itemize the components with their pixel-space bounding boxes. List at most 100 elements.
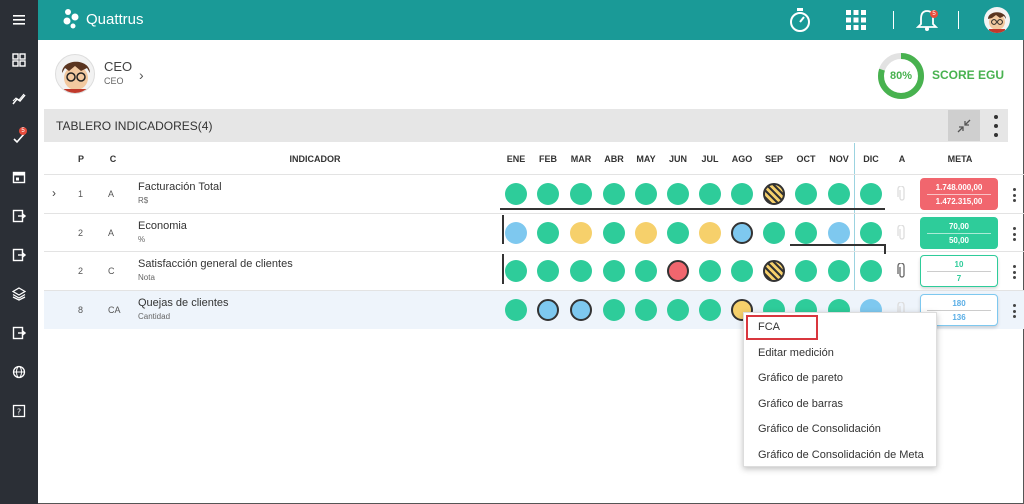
- table-row[interactable]: 2 C Satisfacción general de clientes Nota 10…: [44, 251, 1024, 290]
- chevron-right-icon[interactable]: ›: [139, 67, 144, 83]
- month-status-dot[interactable]: [667, 299, 689, 321]
- row-more-button[interactable]: [1013, 304, 1017, 318]
- month-status-dot[interactable]: [505, 222, 527, 244]
- month-status-dot[interactable]: [603, 222, 625, 244]
- apps-grid-icon[interactable]: [845, 9, 867, 36]
- month-status-dot[interactable]: [603, 299, 625, 321]
- menu-item-grafico-consolidacion[interactable]: Gráfico de Consolidación: [758, 423, 881, 435]
- month-status-dot[interactable]: [699, 299, 721, 321]
- month-status-dot[interactable]: [860, 260, 882, 282]
- meta-box[interactable]: 10 7: [920, 255, 998, 287]
- dashboard-icon[interactable]: [0, 48, 38, 72]
- indicator-unit: %: [138, 235, 146, 244]
- month-status-dot[interactable]: [537, 299, 559, 321]
- expand-chevron-icon[interactable]: ›: [52, 186, 56, 200]
- attachment-icon[interactable]: [897, 262, 907, 281]
- month-status-dot[interactable]: [537, 183, 559, 205]
- chart-line-icon[interactable]: [0, 87, 38, 111]
- month-status-dot[interactable]: [860, 222, 882, 244]
- bell-icon[interactable]: 5: [915, 8, 939, 37]
- month-status-dot[interactable]: [795, 260, 817, 282]
- cell-c: A: [108, 189, 115, 199]
- month-status-dot[interactable]: [731, 183, 753, 205]
- app-name: Quattrus: [86, 10, 144, 28]
- exit-icon[interactable]: [0, 321, 38, 345]
- menu-item-grafico-pareto[interactable]: Gráfico de pareto: [758, 372, 843, 384]
- month-status-dot[interactable]: [635, 183, 657, 205]
- col-header-month: DIC: [863, 154, 879, 164]
- cell-c: CA: [108, 305, 121, 315]
- indicator-name[interactable]: Satisfacción general de clientes: [138, 258, 293, 270]
- col-header-month: NOV: [829, 154, 849, 164]
- month-status-dot[interactable]: [763, 222, 785, 244]
- month-status-dot[interactable]: [699, 260, 721, 282]
- panel-header: TABLERO INDICADORES(4): [44, 109, 1008, 142]
- month-status-dot[interactable]: [635, 260, 657, 282]
- month-status-dot[interactable]: [731, 260, 753, 282]
- col-header-month: OCT: [796, 154, 816, 164]
- panel-more-button[interactable]: [988, 115, 1004, 137]
- month-status-dot[interactable]: [505, 299, 527, 321]
- indicator-unit: R$: [138, 196, 149, 205]
- attachment-icon[interactable]: [897, 224, 907, 243]
- help-icon[interactable]: ?: [0, 399, 38, 423]
- month-status-dot[interactable]: [570, 299, 592, 321]
- month-status-dot[interactable]: [667, 222, 689, 244]
- collapse-button[interactable]: [948, 110, 980, 141]
- month-status-dot[interactable]: [699, 183, 721, 205]
- indicator-name[interactable]: Quejas de clientes: [138, 297, 229, 309]
- divider: [958, 11, 959, 29]
- month-status-dot[interactable]: [667, 260, 689, 282]
- month-status-dot[interactable]: [603, 260, 625, 282]
- group-line: [884, 244, 886, 254]
- indicator-name[interactable]: Facturación Total: [138, 181, 222, 193]
- logo[interactable]: Quattrus: [62, 8, 144, 30]
- month-status-dot[interactable]: [699, 222, 721, 244]
- month-status-dot[interactable]: [667, 183, 689, 205]
- user-avatar[interactable]: [984, 7, 1010, 33]
- timer-icon[interactable]: [788, 7, 812, 38]
- month-status-dot[interactable]: [635, 222, 657, 244]
- attachment-icon[interactable]: [897, 185, 907, 204]
- row-more-button[interactable]: [1013, 265, 1017, 279]
- month-status-dot[interactable]: [828, 183, 850, 205]
- month-status-dot[interactable]: [828, 222, 850, 244]
- profile-avatar[interactable]: [55, 54, 95, 94]
- month-status-dot[interactable]: [828, 260, 850, 282]
- calendar-icon[interactable]: [0, 165, 38, 189]
- month-status-dot[interactable]: [603, 183, 625, 205]
- month-status-dot[interactable]: [731, 222, 753, 244]
- meta-box[interactable]: 1.748.000,00 1.472.315,00: [920, 178, 998, 210]
- month-status-dot[interactable]: [505, 260, 527, 282]
- month-status-dot[interactable]: [763, 260, 785, 282]
- month-status-dot[interactable]: [570, 260, 592, 282]
- month-status-dot[interactable]: [537, 260, 559, 282]
- month-status-dot[interactable]: [505, 183, 527, 205]
- month-status-dot[interactable]: [635, 299, 657, 321]
- month-status-dot[interactable]: [570, 222, 592, 244]
- login-icon[interactable]: [0, 204, 38, 228]
- col-header-month: FEB: [539, 154, 557, 164]
- menu-item-grafico-barras[interactable]: Gráfico de barras: [758, 398, 843, 410]
- month-status-dot[interactable]: [795, 183, 817, 205]
- month-status-dot[interactable]: [570, 183, 592, 205]
- month-status-dot[interactable]: [537, 222, 559, 244]
- globe-icon[interactable]: [0, 360, 38, 384]
- meta-box[interactable]: 70,00 50,00: [920, 217, 998, 249]
- month-status-dot[interactable]: [763, 183, 785, 205]
- month-status-dot[interactable]: [795, 222, 817, 244]
- row-more-button[interactable]: [1013, 227, 1017, 241]
- indicator-name[interactable]: Economia: [138, 220, 187, 232]
- layers-icon[interactable]: [0, 282, 38, 306]
- table-row[interactable]: 2 A Economia% 70,00 50,00: [44, 213, 1024, 252]
- menu-icon[interactable]: [0, 8, 38, 32]
- row-more-button[interactable]: [1013, 188, 1017, 202]
- month-status-dot[interactable]: [860, 183, 882, 205]
- menu-item-fca[interactable]: FCA: [758, 321, 780, 333]
- indicator-unit: Nota: [138, 273, 155, 282]
- menu-item-editar-medicion[interactable]: Editar medición: [758, 347, 834, 359]
- menu-item-grafico-consolidacion-meta[interactable]: Gráfico de Consolidación de Meta: [758, 449, 924, 461]
- tasks-icon[interactable]: 5: [0, 126, 38, 150]
- export-icon[interactable]: [0, 243, 38, 267]
- meta-actual: 50,00: [948, 235, 970, 245]
